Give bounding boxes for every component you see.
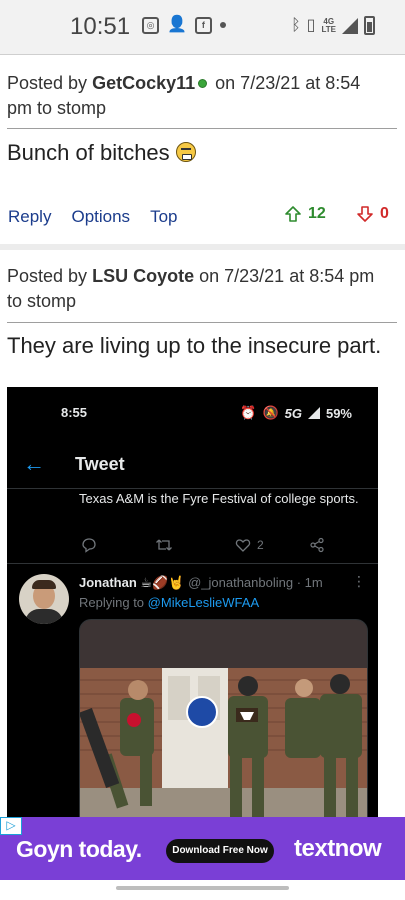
post-board: to stomp xyxy=(7,291,77,311)
add-person-icon: 👤 xyxy=(167,16,187,33)
lte-signal-icon xyxy=(342,17,358,34)
name-emojis: ☕🏈🤘 xyxy=(140,575,185,590)
tweet-actions: 2 xyxy=(81,537,341,557)
mention-link: @MikeLeslieWFAA xyxy=(147,595,260,610)
reply-user-line: Jonathan ☕🏈🤘 @_jonathanboling · 1m xyxy=(79,575,323,591)
tweet-status-time: 8:55 xyxy=(61,405,88,420)
reply-user-name: Jonathan xyxy=(79,575,137,590)
ad-choices-icon[interactable]: ▷ xyxy=(0,817,22,835)
upvote-count: 12 xyxy=(308,205,326,222)
post-timestamp: on 7/23/21 at 8:54 xyxy=(215,73,361,93)
system-nav-bar xyxy=(0,880,405,900)
share-icon xyxy=(309,537,325,556)
tweet-status-bar: 8:55 ⏰ 🔕 5G 59% xyxy=(7,403,378,423)
swat-team-image xyxy=(80,668,367,818)
downvote-button[interactable]: 0 xyxy=(356,205,389,223)
reply-link[interactable]: Reply xyxy=(8,207,51,227)
grimacing-face-icon xyxy=(175,142,196,162)
signal-icon xyxy=(307,407,320,419)
screen-record-icon: ◎ xyxy=(142,16,159,34)
facebook-icon: f xyxy=(194,16,212,34)
meme-image xyxy=(79,619,368,818)
replying-to-label: Replying to xyxy=(79,595,145,610)
ad-headline: Goyn today. xyxy=(16,836,142,862)
post-text: Bunch of bitches xyxy=(7,140,170,165)
status-bar: 10:51 ◎ 👤 f ᛒ ▯ 4G LTE xyxy=(0,0,405,54)
post-body: Bunch of bitches xyxy=(7,140,196,166)
system-icons: ᛒ ▯ 4G LTE xyxy=(291,16,375,35)
lte-label: 4G LTE xyxy=(321,16,336,34)
quoted-tweet-text: Texas A&M is the Fyre Festival of colleg… xyxy=(79,491,359,506)
posted-by-label: Posted by xyxy=(7,266,88,286)
tweet-header: ← Tweet xyxy=(7,449,378,489)
avatar xyxy=(19,574,69,624)
mute-icon: 🔕 xyxy=(262,405,279,420)
like-count: 2 xyxy=(257,538,264,552)
back-arrow-icon: ← xyxy=(23,451,45,476)
header-rule xyxy=(7,128,397,129)
upvote-button[interactable]: 12 xyxy=(284,205,326,223)
author-link[interactable]: GetCocky11 xyxy=(92,73,195,93)
more-options-icon: ⋮ xyxy=(352,573,366,589)
embedded-tweet-image[interactable]: 8:55 ⏰ 🔕 5G 59% ← Tweet Texas A&M is the… xyxy=(7,387,378,818)
arrow-up-icon xyxy=(285,206,301,222)
ad-brand-logo: textnow xyxy=(294,835,382,862)
post-header: Posted by GetCocky11 on 7/23/21 at 8:54 … xyxy=(7,71,399,121)
replying-to-line: Replying to @MikeLeslieWFAA xyxy=(79,595,259,610)
reply-icon xyxy=(81,537,97,556)
arrow-down-icon xyxy=(357,206,373,222)
reply-time: · 1m xyxy=(296,575,323,590)
notification-icons: ◎ 👤 f xyxy=(142,16,226,34)
post-text: They are living up to the insecure part. xyxy=(7,333,382,358)
like-icon xyxy=(235,537,251,556)
ad-banner[interactable]: ▷ Goyn today. Download Free Now textnow xyxy=(0,817,405,880)
home-gesture-bar[interactable] xyxy=(116,886,289,890)
retweet-icon xyxy=(155,537,173,556)
download-button[interactable]: Download Free Now xyxy=(166,839,274,863)
post-board: pm to stomp xyxy=(7,98,107,118)
divider xyxy=(0,54,405,55)
dot-icon xyxy=(219,22,226,28)
author-link[interactable]: LSU Coyote xyxy=(92,266,194,286)
battery-percent: 59% xyxy=(325,405,352,421)
network-label: 5G xyxy=(284,405,302,421)
post-body: They are living up to the insecure part. xyxy=(7,333,381,359)
tweet-title: Tweet xyxy=(75,454,125,474)
post-actions: Reply Options Top xyxy=(8,207,197,227)
bluetooth-icon: ᛒ xyxy=(291,16,301,34)
online-status-icon xyxy=(198,79,208,89)
posted-by-label: Posted by xyxy=(7,73,88,93)
reply-user-handle: @_jonathanboling xyxy=(188,575,294,590)
post-separator xyxy=(0,244,405,250)
post-header: Posted by LSU Coyote on 7/23/21 at 8:54 … xyxy=(7,264,399,314)
alarm-icon: ⏰ xyxy=(240,405,257,420)
post-timestamp: on 7/23/21 at 8:54 pm xyxy=(199,266,375,286)
status-time: 10:51 xyxy=(70,13,131,40)
top-link[interactable]: Top xyxy=(150,207,177,227)
battery-icon xyxy=(364,16,375,35)
tweet-divider xyxy=(7,563,378,564)
options-link[interactable]: Options xyxy=(71,207,130,227)
vibrate-icon: ▯ xyxy=(306,16,316,34)
header-rule xyxy=(7,322,397,323)
downvote-count: 0 xyxy=(380,205,389,222)
